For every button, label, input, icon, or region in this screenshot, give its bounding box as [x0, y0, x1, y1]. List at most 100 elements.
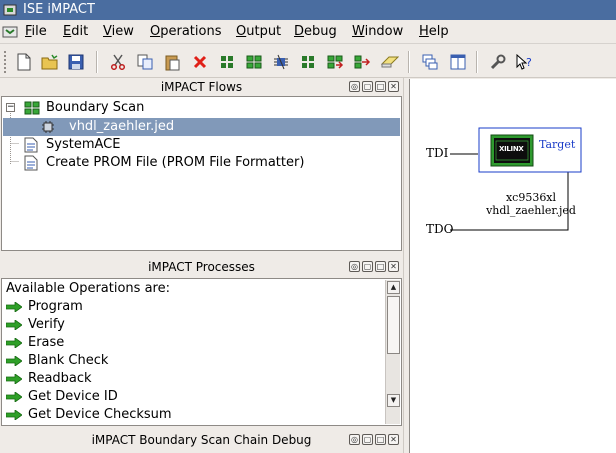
panel-close-icon[interactable]: ✕ — [388, 434, 399, 445]
green-arrow-icon — [6, 337, 22, 348]
menu-operations[interactable]: Operations — [150, 24, 221, 40]
impact-app-icon — [3, 4, 17, 16]
system-menu-icon[interactable] — [2, 24, 18, 40]
green-arrow-icon — [6, 301, 22, 312]
menu-output[interactable]: Output — [236, 24, 281, 40]
svg-text:?: ? — [526, 56, 532, 69]
panel-restore-icon[interactable]: ◎ — [349, 434, 360, 445]
green-arrow-icon — [6, 391, 22, 402]
chain-debug-panel-header: iMPACT Boundary Scan Chain Debug ◎ ▢ □ ✕ — [0, 431, 403, 449]
flow-systemace[interactable]: SystemACE — [24, 136, 120, 154]
output-chain-icon[interactable] — [352, 52, 372, 72]
menu-debug[interactable]: Debug — [294, 24, 337, 40]
green-arrow-icon — [6, 319, 22, 330]
document-icon — [24, 155, 38, 170]
toolbar-grip[interactable] — [3, 50, 7, 74]
flow-systemace-label: SystemACE — [46, 137, 121, 152]
menu-edit[interactable]: Edit — [63, 24, 88, 40]
op-get-device-checksum-label: Get Device Checksum — [28, 407, 172, 422]
document-icon — [24, 137, 38, 152]
flow-create-prom[interactable]: Create PROM File (PROM File Formatter) — [24, 154, 304, 172]
program-chain-icon[interactable] — [298, 52, 318, 72]
panel-close-icon[interactable]: ✕ — [388, 81, 399, 92]
panel-float-icon[interactable]: ▢ — [362, 81, 373, 92]
green-arrow-icon — [6, 409, 22, 420]
delete-icon[interactable] — [190, 52, 210, 72]
flow-jed-file[interactable]: vhdl_zaehler.jed — [3, 118, 400, 136]
panel-maximize-icon[interactable]: □ — [375, 434, 386, 445]
boundary-scan-canvas[interactable]: XILINX TDI TDO Target xc9536xl vhdl_zaeh… — [409, 79, 616, 453]
toolbar-separator — [476, 51, 478, 73]
scan-chain-diagram — [450, 127, 582, 231]
chain-debug-panel-title: iMPACT Boundary Scan Chain Debug — [91, 433, 312, 447]
paste-icon[interactable] — [162, 52, 182, 72]
menu-help[interactable]: Help — [419, 24, 449, 40]
menu-window[interactable]: Window — [352, 24, 403, 40]
chip-logo-text: XILINX — [499, 145, 524, 153]
op-blank-check-label: Blank Check — [28, 353, 109, 368]
processes-scrollbar[interactable]: ▲ ▼ — [385, 280, 400, 424]
green-arrow-icon — [6, 373, 22, 384]
op-program[interactable]: Program — [6, 298, 83, 316]
toolbar: ? — [0, 45, 616, 78]
panel-close-icon[interactable]: ✕ — [388, 261, 399, 272]
op-get-device-checksum[interactable]: Get Device Checksum — [6, 406, 172, 424]
op-readback-label: Readback — [28, 371, 92, 386]
op-get-device-id-label: Get Device ID — [28, 389, 118, 404]
menu-bar: File Edit View Operations Output Debug W… — [0, 20, 616, 44]
initialize-chain-icon[interactable] — [244, 52, 264, 72]
processes-intro: Available Operations are: — [6, 281, 170, 296]
op-blank-check[interactable]: Blank Check — [6, 352, 108, 370]
op-verify-label: Verify — [28, 317, 65, 332]
flow-boundary-scan[interactable]: Boundary Scan — [24, 99, 144, 117]
scroll-thumb[interactable] — [387, 296, 400, 354]
collapse-expander-icon[interactable]: − — [6, 103, 15, 112]
panel-restore-icon[interactable]: ◎ — [349, 261, 360, 272]
save-icon[interactable] — [66, 52, 86, 72]
toolbar-separator — [96, 51, 98, 73]
cascade-windows-icon[interactable] — [420, 52, 440, 72]
chip-file-icon — [41, 120, 55, 134]
new-file-icon[interactable] — [14, 52, 34, 72]
toolbar-separator — [408, 51, 410, 73]
processes-panel-header: iMPACT Processes ◎ ▢ □ ✕ — [0, 258, 403, 276]
open-folder-icon[interactable] — [40, 52, 60, 72]
copy-icon[interactable] — [135, 52, 155, 72]
panel-float-icon[interactable]: ▢ — [362, 261, 373, 272]
op-erase-label: Erase — [28, 335, 65, 350]
op-verify[interactable]: Verify — [6, 316, 65, 334]
panel-maximize-icon[interactable]: □ — [375, 81, 386, 92]
flows-panel-header: iMPACT Flows ◎ ▢ □ ✕ — [0, 78, 403, 96]
scroll-up-icon[interactable]: ▲ — [387, 281, 400, 294]
target-label: Target — [539, 138, 576, 151]
menu-file[interactable]: File — [25, 24, 47, 40]
tdo-label: TDO — [426, 222, 454, 236]
eraser-icon[interactable] — [380, 52, 400, 72]
panel-maximize-icon[interactable]: □ — [375, 261, 386, 272]
green-arrow-icon — [6, 355, 22, 366]
op-readback[interactable]: Readback — [6, 370, 92, 388]
title-bar: ISE iMPACT — [0, 0, 616, 20]
op-erase[interactable]: Erase — [6, 334, 64, 352]
processes-panel-title: iMPACT Processes — [148, 260, 255, 274]
debug-chain-icon[interactable] — [271, 52, 291, 72]
wrench-icon[interactable] — [488, 52, 508, 72]
verify-chain-icon[interactable] — [325, 52, 345, 72]
device-name-label: xc9536xl — [505, 191, 557, 204]
tdi-label: TDI — [426, 146, 449, 160]
help-pointer-icon[interactable]: ? — [514, 52, 534, 72]
flow-create-prom-label: Create PROM File (PROM File Formatter) — [46, 155, 305, 170]
window-title: ISE iMPACT — [23, 2, 95, 17]
device-file-label: vhdl_zaehler.jed — [486, 204, 576, 217]
chain-grid-icon[interactable] — [217, 52, 237, 72]
cut-icon[interactable] — [108, 52, 128, 72]
panel-restore-icon[interactable]: ◎ — [349, 81, 360, 92]
op-get-device-id[interactable]: Get Device ID — [6, 388, 118, 406]
flow-boundary-scan-label: Boundary Scan — [46, 100, 145, 115]
processes-list: Available Operations are: Program Verify… — [1, 278, 402, 426]
menu-view[interactable]: View — [103, 24, 134, 40]
panel-float-icon[interactable]: ▢ — [362, 434, 373, 445]
scroll-down-icon[interactable]: ▼ — [387, 394, 400, 407]
tile-windows-icon[interactable] — [448, 52, 468, 72]
flows-tree: − Boundary Scan vhdl_zaehler.jed SystemA… — [1, 96, 402, 251]
